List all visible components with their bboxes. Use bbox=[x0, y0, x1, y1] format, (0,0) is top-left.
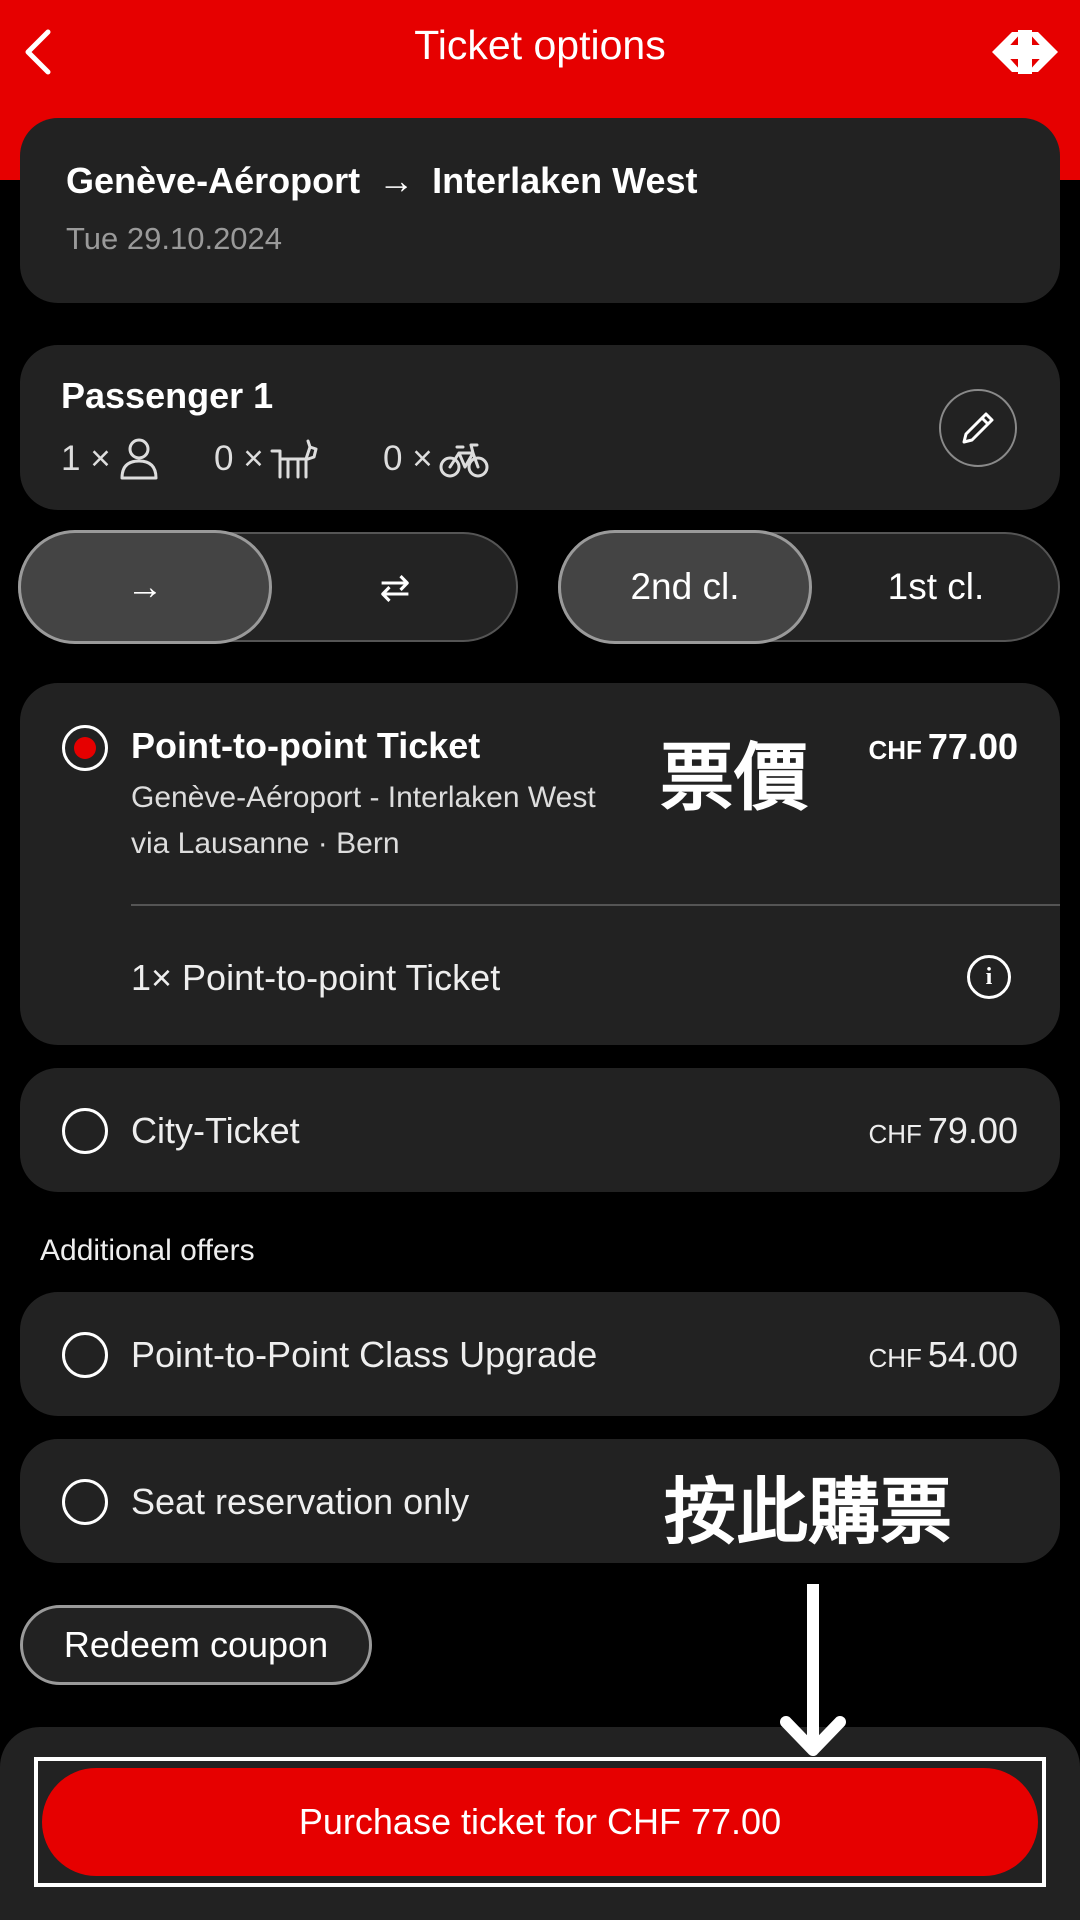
offer-title: Point-to-point Ticket bbox=[131, 725, 481, 766]
price-annotation: 票價 bbox=[660, 735, 808, 821]
origin-station: Genève-Aéroport bbox=[66, 160, 361, 201]
route-arrow: → bbox=[378, 160, 415, 201]
person-icon bbox=[120, 438, 158, 480]
offer-detail: 1× Point-to-point Ticket bbox=[131, 957, 501, 998]
return-arrows-icon: ⇄ bbox=[379, 566, 411, 608]
info-icon: i bbox=[985, 963, 993, 990]
radio-seat-reservation[interactable] bbox=[62, 1479, 108, 1525]
purchase-button-label: Purchase ticket for CHF 77.00 bbox=[298, 1801, 782, 1842]
radio-class-upgrade[interactable] bbox=[62, 1332, 108, 1378]
radio-city-ticket[interactable] bbox=[62, 1108, 108, 1154]
edit-passenger-button[interactable] bbox=[939, 389, 1017, 467]
dog-count: 0 × bbox=[214, 437, 320, 481]
bike-count-label: 0 × bbox=[383, 439, 433, 478]
city-ticket-price: CHF 79.00 bbox=[868, 1110, 1018, 1152]
info-button[interactable]: i bbox=[967, 955, 1011, 999]
first-class-label: 1st cl. bbox=[887, 566, 985, 607]
dog-count-label: 0 × bbox=[214, 439, 264, 478]
offer-route: Genève-Aéroport - Interlaken West bbox=[131, 781, 596, 814]
one-way-arrow-icon: → bbox=[126, 566, 164, 607]
class-upgrade-title: Point-to-Point Class Upgrade bbox=[131, 1334, 598, 1375]
dog-icon bbox=[270, 439, 318, 479]
journey-route: Genève-Aéroport → Interlaken West bbox=[66, 160, 698, 202]
bicycle-icon bbox=[439, 443, 489, 478]
second-class-option[interactable]: 2nd cl. bbox=[558, 530, 812, 644]
bike-count: 0 × bbox=[383, 437, 489, 481]
radio-point-to-point[interactable] bbox=[62, 725, 108, 771]
page-title: Ticket options bbox=[414, 22, 666, 68]
journey-card bbox=[20, 118, 1060, 303]
adult-count-label: 1 × bbox=[61, 439, 111, 478]
currency-label: CHF bbox=[868, 1119, 922, 1149]
offer-price: CHF 77.00 bbox=[868, 726, 1018, 768]
redeem-coupon-button[interactable]: Redeem coupon bbox=[20, 1605, 372, 1685]
buy-annotation: 按此購票 bbox=[664, 1469, 953, 1554]
second-class-label: 2nd cl. bbox=[630, 566, 740, 607]
divider bbox=[131, 904, 1060, 906]
price-value: 79.00 bbox=[927, 1110, 1018, 1151]
purchase-button[interactable]: Purchase ticket for CHF 77.00 bbox=[42, 1768, 1038, 1876]
additional-offers-heading: Additional offers bbox=[40, 1234, 255, 1267]
down-arrow-annotation bbox=[780, 1584, 846, 1756]
return-option[interactable]: ⇄ bbox=[272, 532, 518, 642]
adult-count: 1 × bbox=[61, 437, 161, 481]
class-upgrade-price: CHF 54.00 bbox=[868, 1334, 1018, 1376]
first-class-option[interactable]: 1st cl. bbox=[812, 532, 1060, 642]
seat-reservation-title: Seat reservation only bbox=[131, 1481, 470, 1522]
passenger-name: Passenger 1 bbox=[61, 375, 274, 416]
currency-label: CHF bbox=[868, 1343, 922, 1373]
price-value: 77.00 bbox=[927, 726, 1018, 767]
pencil-icon bbox=[962, 412, 994, 444]
currency-label: CHF bbox=[868, 735, 922, 765]
redeem-coupon-label: Redeem coupon bbox=[63, 1624, 329, 1665]
destination-station: Interlaken West bbox=[432, 160, 698, 201]
radio-selected-dot bbox=[74, 737, 96, 759]
offer-via: via Lausanne · Bern bbox=[131, 827, 400, 860]
journey-date: Tue 29.10.2024 bbox=[66, 221, 283, 256]
city-ticket-title: City-Ticket bbox=[131, 1110, 300, 1151]
sbb-logo-icon bbox=[988, 24, 1062, 80]
passenger-card[interactable] bbox=[20, 345, 1060, 510]
one-way-option[interactable]: → bbox=[18, 530, 272, 644]
price-value: 54.00 bbox=[927, 1334, 1018, 1375]
